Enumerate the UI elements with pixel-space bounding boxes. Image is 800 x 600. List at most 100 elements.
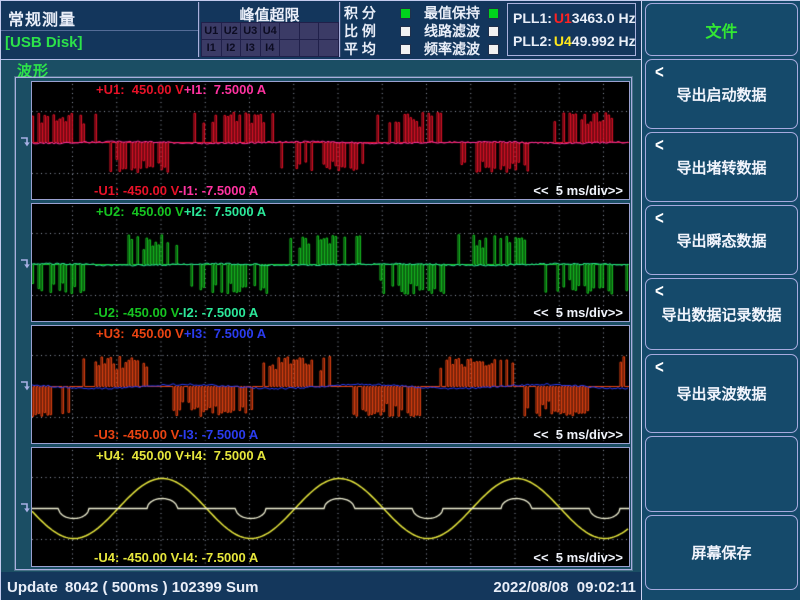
- peak-cell: I3: [241, 40, 260, 56]
- channel-4-timebase: << 5 ms/div>>: [533, 550, 623, 565]
- button-label: 导出启动数据: [676, 84, 766, 105]
- pll1-row: PLL1: U1 3463.0 Hz: [508, 10, 635, 26]
- toggle-label: 积 分: [344, 3, 392, 23]
- channel-4-panel: +U4: 450.00 V+I4: 7.5000 A -U4: -450.00 …: [31, 447, 630, 567]
- divider: [1, 30, 198, 31]
- channel-1-lower-scale: -U1: -450.00 V-I1: -7.5000 A: [94, 184, 258, 198]
- toggle-label: 频率滤波: [424, 39, 480, 59]
- u4-scale: +U4: 450.00 V: [96, 448, 184, 463]
- checkbox-indicator: [400, 8, 411, 19]
- peak-cell: U2: [222, 23, 241, 39]
- divider: [198, 2, 199, 57]
- divider: [339, 2, 340, 57]
- measurement-mode-title: 常规测量: [8, 6, 76, 30]
- pll2-row: PLL2: U4 49.992 Hz: [508, 33, 635, 49]
- channel-2-timebase: << 5 ms/div>>: [533, 305, 623, 320]
- peak-over-limit-grid: U1 U2 U3 U4 I1 I2 I3 I4: [201, 22, 339, 57]
- i4-scale: +I4: 7.5000 A: [184, 448, 266, 463]
- toggle-label: 最值保持: [424, 3, 480, 23]
- update-label: Update: [7, 579, 58, 596]
- checkbox-indicator: [400, 44, 411, 55]
- filter-toggle-group: 最值保持 线路滤波 频率滤波: [424, 4, 499, 58]
- usb-storage-status: [USB Disk]: [5, 34, 83, 51]
- i4-scale-neg: -I4: -7.5000 A: [179, 550, 259, 565]
- peak-cell: I2: [222, 40, 241, 56]
- peak-cell: I4: [261, 40, 280, 56]
- channel-2-lower-scale: -U2: -450.00 V-I2: -7.5000 A: [94, 306, 258, 320]
- integration-toggle-group: 积 分 比 例 平 均: [344, 4, 411, 58]
- u1-scale: +U1: 450.00 V: [96, 82, 184, 97]
- peak-cell: [300, 23, 319, 39]
- softkey-arrow-icon: <: [655, 208, 664, 228]
- peak-cell: [280, 23, 299, 39]
- datetime: 2022/08/08 09:02:11: [493, 579, 636, 596]
- export-waveform-record-button[interactable]: < 导出录波数据: [645, 354, 798, 433]
- checkbox-indicator: [488, 44, 499, 55]
- toggle-label: 平 均: [344, 39, 392, 59]
- i2-scale-neg: -I2: -7.5000 A: [179, 305, 259, 320]
- checkbox-indicator: [400, 26, 411, 37]
- peak-cell: [319, 40, 338, 56]
- channel-1-waveform-canvas: [32, 82, 629, 199]
- softkey-arrow-icon: <: [655, 135, 664, 155]
- channel-4-zero-marker-icon: [19, 501, 31, 513]
- channel-3-waveform-canvas: [32, 326, 629, 443]
- channel-3-lower-scale: -U3: -450.00 V-I3: -7.5000 A: [94, 428, 258, 442]
- peak-cell: [300, 40, 319, 56]
- channel-3-panel: +U3: 450.00 V+I3: 7.5000 A -U3: -450.00 …: [31, 325, 630, 444]
- i3-scale: +I3: 7.5000 A: [184, 326, 266, 341]
- power-analyzer-screen: 常规测量 [USB Disk] 峰值超限 U1 U2 U3 U4 I1 I2 I…: [0, 0, 800, 600]
- channel-2-zero-marker-icon: [19, 257, 31, 269]
- u3-scale: +U3: 450.00 V: [96, 326, 184, 341]
- channel-3-zero-marker-icon: [19, 379, 31, 391]
- peak-cell: I1: [202, 40, 221, 56]
- peak-cell: U4: [261, 23, 280, 39]
- toggle-label: 线路滤波: [424, 21, 480, 41]
- channel-4-waveform-canvas: [32, 448, 629, 566]
- export-data-record-button[interactable]: < 导出数据记录数据: [645, 278, 798, 350]
- softkey-arrow-icon: <: [655, 357, 664, 377]
- channel-1-timebase: << 5 ms/div>>: [533, 183, 623, 198]
- channel-2-panel: +U2: 450.00 V+I2: 7.5000 A -U2: -450.00 …: [31, 203, 630, 322]
- screen-save-button[interactable]: <屏幕保存: [645, 515, 798, 590]
- button-label: 导出堵转数据: [676, 157, 766, 178]
- peak-cell: [319, 23, 338, 39]
- button-label: 导出数据记录数据: [661, 304, 781, 325]
- export-startup-data-button[interactable]: < 导出启动数据: [645, 59, 798, 129]
- softkey-arrow-icon: <: [655, 62, 664, 82]
- channel-3-upper-scale: +U3: 450.00 V+I3: 7.5000 A: [96, 327, 266, 341]
- channel-1-panel: +U1: 450.00 V+I1: 7.5000 A -U1: -450.00 …: [31, 81, 630, 200]
- button-label: 屏幕保存: [691, 542, 751, 563]
- peak-cell: U1: [202, 23, 221, 39]
- update-count: 8042 ( 500ms ) 102399 Sum: [65, 579, 258, 596]
- toggle-label: 比 例: [344, 21, 392, 41]
- bottom-status-bar: Update 8042 ( 500ms ) 102399 Sum 2022/08…: [1, 572, 641, 600]
- pll2-value: 49.992 Hz: [572, 33, 636, 49]
- export-transient-data-button[interactable]: < 导出瞬态数据: [645, 205, 798, 275]
- peak-cell: U3: [241, 23, 260, 39]
- waveform-display-area: +U1: 450.00 V+I1: 7.5000 A -U1: -450.00 …: [15, 77, 632, 570]
- peak-cell: [280, 40, 299, 56]
- pll1-label: PLL1:: [513, 10, 552, 26]
- channel-3-timebase: << 5 ms/div>>: [533, 427, 623, 442]
- pll1-value: 3463.0 Hz: [572, 10, 636, 26]
- pll1-source: U1: [554, 10, 572, 26]
- top-status-bar: 常规测量 [USB Disk] 峰值超限 U1 U2 U3 U4 I1 I2 I…: [1, 1, 641, 60]
- button-label: 导出瞬态数据: [676, 230, 766, 251]
- u2-scale: +U2: 450.00 V: [96, 204, 184, 219]
- u2-scale-neg: -U2: -450.00 V: [94, 305, 179, 320]
- button-label: 导出录波数据: [676, 383, 766, 404]
- menu-title-file[interactable]: 文件: [645, 3, 798, 56]
- u3-scale-neg: -U3: -450.00 V: [94, 427, 179, 442]
- export-locked-rotor-data-button[interactable]: < 导出堵转数据: [645, 132, 798, 202]
- pll-frequency-panel: PLL1: U1 3463.0 Hz PLL2: U4 49.992 Hz: [507, 3, 636, 56]
- i1-scale-neg: -I1: -7.5000 A: [179, 183, 259, 198]
- softkey-arrow-icon: <: [655, 281, 664, 301]
- pll2-label: PLL2:: [513, 33, 552, 49]
- empty-softkey-button[interactable]: <: [645, 436, 798, 512]
- channel-4-lower-scale: -U4: -450.00 V-I4: -7.5000 A: [94, 551, 258, 565]
- channel-2-waveform-canvas: [32, 204, 629, 321]
- channel-1-upper-scale: +U1: 450.00 V+I1: 7.5000 A: [96, 83, 266, 97]
- checkbox-indicator: [488, 8, 499, 19]
- channel-1-zero-marker-icon: [19, 135, 31, 147]
